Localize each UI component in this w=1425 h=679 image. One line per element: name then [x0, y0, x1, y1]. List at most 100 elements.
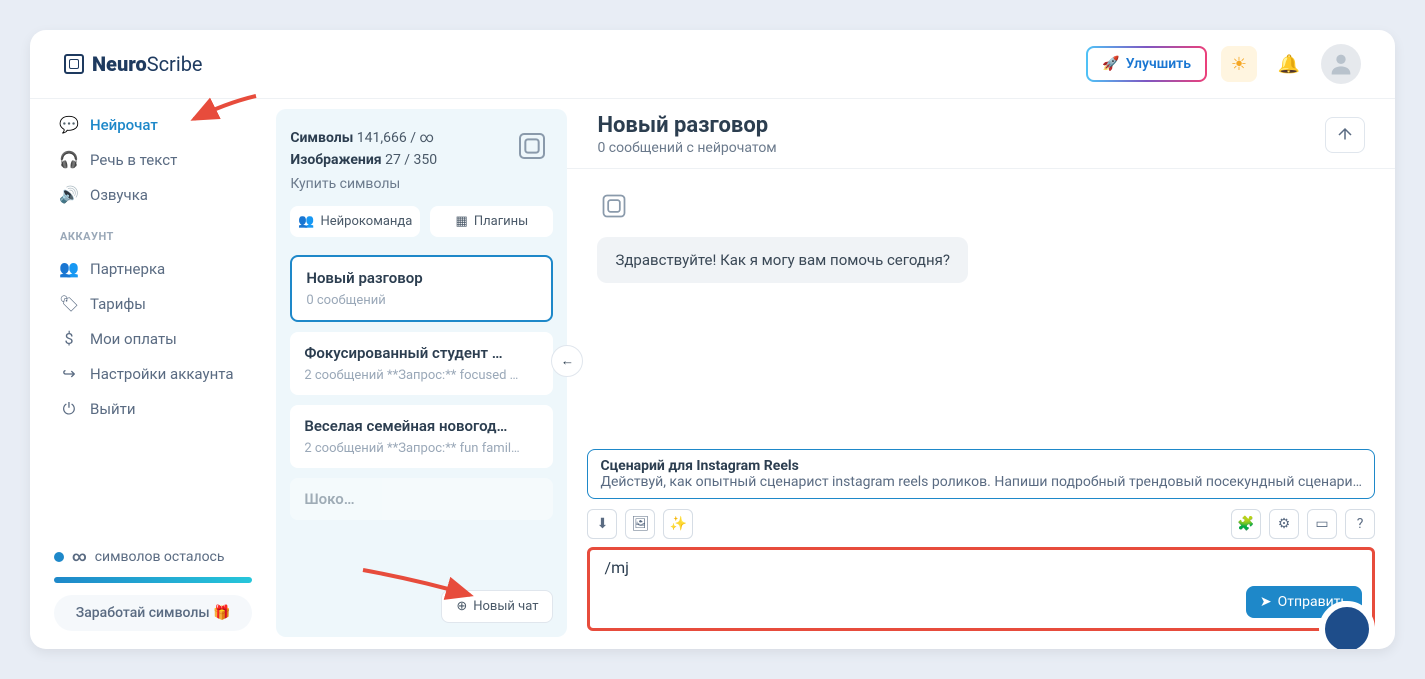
app-window: NeuroScribe 🚀 Улучшить ☀ 🔔 💬 Нейрочат 🎧 … — [30, 30, 1395, 649]
sidebar-item-plans[interactable]: 🏷 Тарифы — [54, 286, 252, 321]
sidebar-item-label: Настройки аккаунта — [90, 365, 233, 383]
header: NeuroScribe 🚀 Улучшить ☀ 🔔 — [30, 30, 1395, 99]
extension-button[interactable]: 🧩 — [1231, 509, 1261, 539]
input-toolbar: ⬇ 🖼 ✨ 🧩 ⚙ ▭ ? — [587, 509, 1375, 539]
notifications-button[interactable]: 🔔 — [1271, 46, 1307, 82]
sidebar-item-affiliate[interactable]: 👥 Партнерка — [54, 251, 252, 286]
assistant-avatar-icon — [597, 189, 631, 223]
speaker-icon: 🔊 — [60, 185, 78, 204]
input-area: Сценарий для Instagram Reels Действуй, к… — [567, 449, 1395, 649]
conversation-item[interactable]: Фокусированный студент … 2 сообщений **З… — [290, 332, 553, 395]
model-icon[interactable] — [513, 127, 551, 165]
sidebar-item-speech-to-text[interactable]: 🎧 Речь в текст — [54, 142, 252, 177]
conversation-item[interactable]: Шоко… — [290, 478, 553, 520]
sidebar: 💬 Нейрочат 🎧 Речь в текст 🔊 Озвучка АККА… — [30, 99, 276, 649]
share-button[interactable] — [1325, 117, 1365, 153]
settings-button[interactable]: ⚙ — [1269, 509, 1299, 539]
gear-icon: ⚙ — [1278, 516, 1291, 532]
rocket-icon: 🚀 — [1102, 56, 1119, 72]
plugins-chip-label: Плагины — [474, 214, 528, 229]
dollar-icon: $ — [60, 329, 78, 348]
share-icon — [1336, 126, 1354, 144]
plus-circle-icon: ⊕ — [456, 599, 467, 614]
earn-label: Заработай символы 🎁 — [76, 605, 231, 621]
sidebar-item-neurochat[interactable]: 💬 Нейрочат — [54, 107, 252, 142]
logout-icon: ↪ — [60, 364, 78, 383]
sun-icon: ☀ — [1231, 54, 1247, 75]
user-icon — [1327, 50, 1355, 78]
conversation-item[interactable]: Веселая семейная новогод… 2 сообщений **… — [290, 405, 553, 468]
tag-icon: 🏷 — [60, 294, 78, 313]
layout-icon: ▭ — [1315, 516, 1328, 532]
image-icon: 🖼 — [632, 516, 650, 532]
floating-widget[interactable] — [1319, 601, 1375, 649]
logo[interactable]: NeuroScribe — [64, 52, 203, 76]
chat-list-panel: Символы 141,666 / ∞ Изображения 27 / 350… — [276, 109, 567, 637]
sidebar-item-label: Нейрочат — [90, 116, 158, 134]
sidebar-item-label: Тарифы — [90, 295, 146, 313]
new-chat-label: Новый чат — [473, 599, 538, 614]
help-button[interactable]: ? — [1345, 509, 1375, 539]
symbols-progress-bar — [54, 577, 252, 583]
earn-symbols-button[interactable]: Заработай символы 🎁 — [54, 595, 252, 631]
sidebar-item-voiceover[interactable]: 🔊 Озвучка — [54, 177, 252, 212]
sidebar-item-account-settings[interactable]: ↪ Настройки аккаунта — [54, 356, 252, 391]
puzzle-icon: 🧩 — [1237, 516, 1254, 532]
layout-button[interactable]: ▭ — [1307, 509, 1337, 539]
conversation-title: Веселая семейная новогод… — [304, 417, 539, 435]
chip-row: 👥Нейрокоманда ▦ Плагины — [290, 206, 553, 237]
logo-icon — [64, 54, 84, 74]
grid-icon: ▦ — [456, 214, 468, 229]
chat-subtitle: 0 сообщений с нейрочатом — [597, 140, 776, 156]
conversation-list: Новый разговор 0 сообщений Фокусированны… — [290, 255, 553, 619]
conversation-subtitle: 0 сообщений — [306, 293, 537, 308]
sidebar-item-label: Выйти — [90, 400, 136, 418]
images-value: 27 / 350 — [385, 152, 437, 168]
conversation-item[interactable]: Новый разговор 0 сообщений — [290, 255, 553, 322]
buy-symbols-link[interactable]: Купить символы — [290, 176, 553, 192]
status-dot-icon — [54, 552, 64, 562]
send-icon: ➤ — [1260, 594, 1272, 610]
symbols-label: Символы — [290, 130, 353, 146]
body: 💬 Нейрочат 🎧 Речь в текст 🔊 Озвучка АККА… — [30, 99, 1395, 649]
upgrade-button[interactable]: 🚀 Улучшить — [1086, 46, 1207, 82]
prompt-title: Сценарий для Instagram Reels — [600, 458, 1362, 474]
symbols-remaining: ∞ символов осталось — [54, 543, 252, 571]
chat-header: Новый разговор 0 сообщений с нейрочатом — [567, 99, 1395, 169]
images-label: Изображения — [290, 152, 381, 168]
logo-brand: Neuro — [92, 52, 147, 76]
sidebar-item-label: Речь в текст — [90, 151, 177, 169]
sidebar-item-label: Мои оплаты — [90, 330, 177, 348]
bell-icon: 🔔 — [1278, 54, 1300, 75]
question-icon: ? — [1357, 516, 1364, 532]
symbols-left-label: символов осталось — [95, 549, 225, 565]
download-button[interactable]: ⬇ — [587, 509, 617, 539]
conversation-subtitle: 2 сообщений **Запрос:** fun famil… — [304, 441, 539, 456]
sidebar-item-label: Озвучка — [90, 186, 148, 204]
conversation-title: Шоко… — [304, 490, 539, 508]
active-prompt-card[interactable]: Сценарий для Instagram Reels Действуй, к… — [587, 449, 1375, 499]
image-button[interactable]: 🖼 — [625, 509, 655, 539]
chat-main: ← Новый разговор 0 сообщений с нейрочато… — [567, 99, 1395, 649]
team-chip-label: Нейрокоманда — [321, 214, 413, 229]
sidebar-item-payments[interactable]: $ Мои оплаты — [54, 321, 252, 356]
new-chat-button[interactable]: ⊕ Новый чат — [441, 590, 553, 623]
conversation-title: Фокусированный студент … — [304, 344, 539, 362]
conversation-title: Новый разговор — [306, 269, 537, 287]
account-section-label: АККАУНТ — [54, 212, 252, 251]
chat-input-highlight: /mj ➤ Отправить — [587, 547, 1375, 631]
sidebar-item-logout[interactable]: ⏻ Выйти — [54, 391, 252, 427]
chat-title: Новый разговор — [597, 113, 776, 138]
theme-toggle[interactable]: ☀ — [1221, 46, 1257, 82]
greeting-message: Здравствуйте! Как я могу вам помочь сего… — [597, 237, 968, 283]
arrow-left-icon: ← — [561, 353, 574, 369]
symbols-value: 141,666 / ∞ — [357, 130, 434, 146]
prompt-body: Действуй, как опытный сценарист instagra… — [600, 474, 1362, 490]
avatar[interactable] — [1321, 44, 1361, 84]
header-actions: 🚀 Улучшить ☀ 🔔 — [1086, 44, 1361, 84]
chat-body: Здравствуйте! Как я могу вам помочь сего… — [567, 169, 1395, 449]
magic-button[interactable]: ✨ — [663, 509, 693, 539]
sidebar-item-label: Партнерка — [90, 260, 165, 278]
team-chip[interactable]: 👥Нейрокоманда — [290, 206, 420, 237]
plugins-chip[interactable]: ▦ Плагины — [430, 206, 553, 237]
